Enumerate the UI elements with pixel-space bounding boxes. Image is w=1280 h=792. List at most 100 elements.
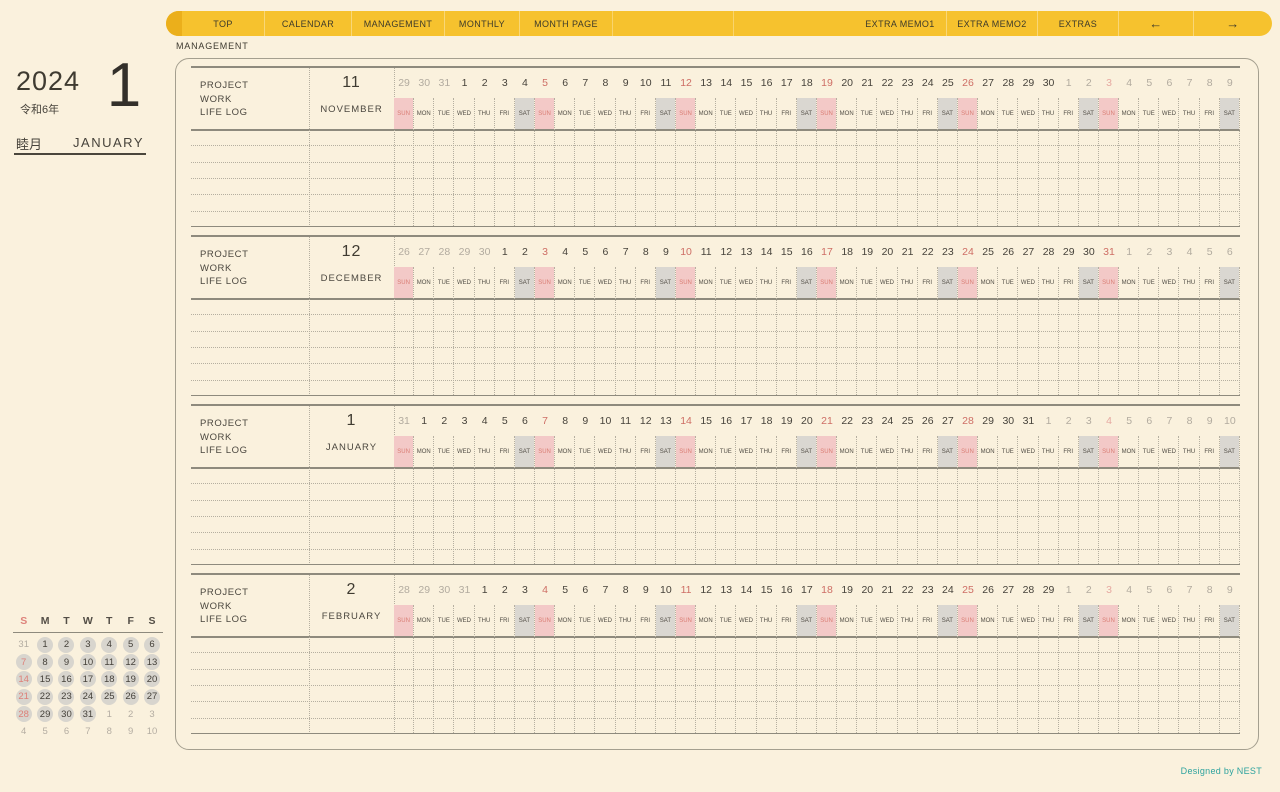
mini-day-cell[interactable]: 28 [13, 706, 34, 723]
day-number-cell[interactable]: 9 [1220, 579, 1240, 601]
day-number-cell[interactable]: 11 [656, 72, 676, 94]
day-number-cell[interactable]: 4 [1099, 410, 1119, 432]
day-number-cell[interactable]: 24 [938, 579, 958, 601]
day-number-cell[interactable]: 9 [616, 72, 636, 94]
day-number-cell[interactable]: 1 [1059, 72, 1079, 94]
day-number-cell[interactable]: 21 [817, 410, 837, 432]
day-number-cell[interactable]: 2 [475, 72, 495, 94]
mini-day-cell[interactable]: 24 [77, 688, 98, 705]
mini-day-cell[interactable]: 11 [99, 653, 120, 671]
day-number-cell[interactable]: 8 [1200, 579, 1220, 601]
day-number-cell[interactable]: 25 [978, 241, 998, 263]
day-number-cell[interactable]: 29 [1039, 579, 1059, 601]
day-number-cell[interactable]: 6 [1220, 241, 1240, 263]
day-number-cell[interactable]: 7 [1159, 410, 1179, 432]
day-number-cell[interactable]: 3 [535, 241, 555, 263]
day-number-cell[interactable]: 26 [998, 241, 1018, 263]
day-number-cell[interactable]: 28 [1039, 241, 1059, 263]
mini-day-cell[interactable]: 27 [141, 688, 162, 705]
day-number-cell[interactable]: 2 [1139, 241, 1159, 263]
day-number-cell[interactable]: 1 [1059, 579, 1079, 601]
nav-tab-calendar[interactable]: CALENDAR [264, 11, 351, 36]
day-number-cell[interactable]: 28 [1018, 579, 1038, 601]
day-number-cell[interactable]: 18 [757, 410, 777, 432]
day-number-cell[interactable]: 10 [595, 410, 615, 432]
day-number-cell[interactable]: 27 [998, 579, 1018, 601]
mini-day-cell[interactable]: 21 [13, 688, 34, 705]
mini-day-cell[interactable]: 3 [77, 636, 98, 653]
day-number-cell[interactable]: 9 [575, 410, 595, 432]
day-number-cell[interactable]: 5 [575, 241, 595, 263]
day-number-cell[interactable]: 20 [857, 579, 877, 601]
day-number-cell[interactable]: 7 [616, 241, 636, 263]
day-number-cell[interactable]: 24 [958, 241, 978, 263]
prev-month-arrow-button[interactable]: ← [1118, 11, 1193, 36]
day-number-cell[interactable]: 19 [777, 410, 797, 432]
day-number-cell[interactable]: 14 [757, 241, 777, 263]
day-number-cell[interactable]: 3 [1099, 72, 1119, 94]
day-number-cell[interactable]: 15 [696, 410, 716, 432]
day-number-cell[interactable]: 4 [475, 410, 495, 432]
day-number-cell[interactable]: 14 [676, 410, 696, 432]
day-number-cell[interactable]: 5 [535, 72, 555, 94]
day-number-cell[interactable]: 9 [1200, 410, 1220, 432]
day-number-cell[interactable]: 12 [716, 241, 736, 263]
day-number-cell[interactable]: 30 [414, 72, 434, 94]
day-number-cell[interactable]: 8 [595, 72, 615, 94]
day-number-cell[interactable]: 15 [777, 241, 797, 263]
nav-tab-month-page[interactable]: MONTH PAGE [519, 11, 612, 36]
day-number-cell[interactable]: 5 [555, 579, 575, 601]
day-number-cell[interactable]: 6 [1159, 72, 1179, 94]
day-number-cell[interactable]: 17 [817, 241, 837, 263]
day-number-cell[interactable]: 18 [797, 72, 817, 94]
day-number-cell[interactable]: 15 [736, 72, 756, 94]
day-number-cell[interactable]: 8 [1179, 410, 1199, 432]
day-number-cell[interactable]: 6 [1139, 410, 1159, 432]
day-number-cell[interactable]: 11 [676, 579, 696, 601]
day-number-cell[interactable]: 31 [454, 579, 474, 601]
day-number-cell[interactable]: 18 [817, 579, 837, 601]
day-number-cell[interactable]: 29 [394, 72, 414, 94]
day-number-cell[interactable]: 22 [837, 410, 857, 432]
day-number-cell[interactable]: 21 [857, 72, 877, 94]
nav-tab-management[interactable]: MANAGEMENT [351, 11, 444, 36]
day-number-cell[interactable]: 6 [555, 72, 575, 94]
day-number-cell[interactable]: 8 [1200, 72, 1220, 94]
day-number-cell[interactable]: 19 [837, 579, 857, 601]
mini-day-cell[interactable]: 20 [141, 671, 162, 688]
day-number-cell[interactable]: 18 [837, 241, 857, 263]
day-number-cell[interactable]: 23 [898, 72, 918, 94]
mini-day-cell[interactable]: 5 [120, 636, 141, 653]
mini-day-cell[interactable]: 14 [13, 671, 34, 688]
day-number-cell[interactable]: 12 [636, 410, 656, 432]
day-number-cell[interactable]: 9 [1220, 72, 1240, 94]
day-number-cell[interactable]: 8 [616, 579, 636, 601]
day-number-cell[interactable]: 29 [414, 579, 434, 601]
day-number-cell[interactable]: 5 [1139, 579, 1159, 601]
day-number-cell[interactable]: 2 [1079, 72, 1099, 94]
day-number-cell[interactable]: 25 [938, 72, 958, 94]
day-number-cell[interactable]: 4 [535, 579, 555, 601]
day-number-cell[interactable]: 7 [595, 579, 615, 601]
day-number-cell[interactable]: 22 [918, 241, 938, 263]
day-number-cell[interactable]: 5 [1139, 72, 1159, 94]
day-number-cell[interactable]: 21 [877, 579, 897, 601]
day-number-cell[interactable]: 31 [1018, 410, 1038, 432]
mini-day-cell[interactable]: 13 [141, 653, 162, 671]
day-number-cell[interactable]: 30 [434, 579, 454, 601]
day-number-cell[interactable]: 1 [495, 241, 515, 263]
day-number-cell[interactable]: 3 [1159, 241, 1179, 263]
day-number-cell[interactable]: 3 [1099, 579, 1119, 601]
day-number-cell[interactable]: 14 [736, 579, 756, 601]
day-number-cell[interactable]: 3 [1079, 410, 1099, 432]
nav-tab-extra-memo2[interactable]: EXTRA MEMO2 [946, 11, 1037, 36]
day-number-cell[interactable]: 7 [1179, 579, 1199, 601]
mini-day-cell[interactable]: 12 [120, 653, 141, 671]
day-number-cell[interactable]: 8 [636, 241, 656, 263]
day-number-cell[interactable]: 19 [857, 241, 877, 263]
mini-day-cell[interactable]: 1 [34, 636, 55, 653]
day-number-cell[interactable]: 1 [1039, 410, 1059, 432]
day-number-cell[interactable]: 14 [716, 72, 736, 94]
day-number-cell[interactable]: 12 [676, 72, 696, 94]
day-number-cell[interactable]: 4 [1119, 579, 1139, 601]
